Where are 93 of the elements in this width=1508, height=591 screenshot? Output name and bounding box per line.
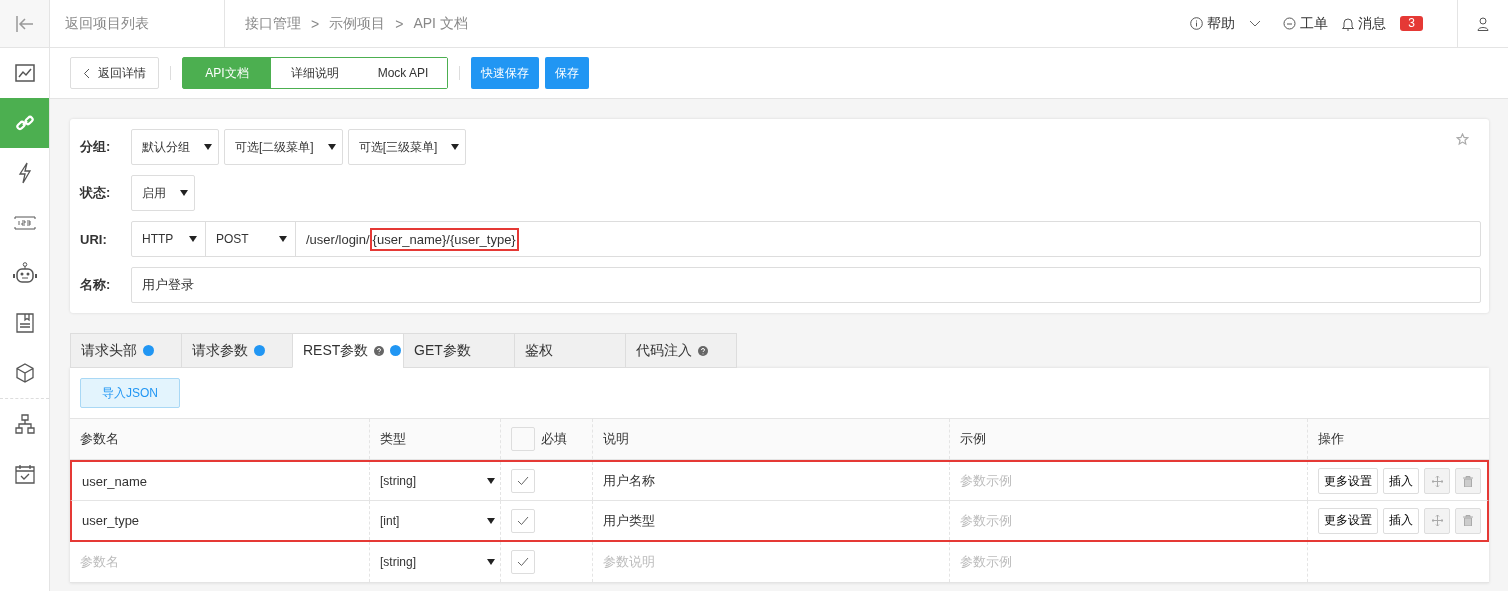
column-header: 操作 — [1317, 430, 1345, 448]
move-icon — [1431, 515, 1443, 526]
description-field[interactable]: 用户类型 — [603, 511, 655, 530]
move-button[interactable] — [1424, 507, 1450, 534]
check-icon — [517, 476, 529, 486]
status-select[interactable]: 启用 — [131, 175, 195, 211]
messages-link[interactable]: 消息 — [1358, 14, 1387, 33]
trash-icon — [1463, 475, 1473, 487]
status-dot — [143, 345, 154, 356]
more-settings-button[interactable]: 更多设置 — [1318, 507, 1378, 534]
column-header: 说明 — [593, 419, 950, 459]
tab-label: 鉴权 — [525, 341, 553, 360]
caret-down-icon — [487, 517, 495, 524]
delete-button[interactable] — [1455, 507, 1481, 534]
robot-icon — [12, 262, 37, 284]
type-select[interactable]: [string] — [380, 555, 495, 569]
chevron-down-icon[interactable] — [1249, 19, 1262, 28]
checkbox[interactable] — [511, 469, 535, 493]
back-to-details-button[interactable]: 返回详情 — [70, 57, 159, 89]
group-select[interactable]: 可选[三级菜单] — [347, 129, 467, 165]
tab-label: 请求参数 — [192, 341, 248, 360]
numbers-icon — [13, 216, 36, 230]
checkbox[interactable] — [511, 508, 535, 533]
column-header: 示例 — [950, 419, 1308, 459]
lightning-icon — [17, 162, 32, 184]
status-label: 状态: — [80, 184, 112, 202]
caret-down-icon — [204, 144, 212, 150]
caret-down-icon — [487, 478, 495, 484]
status-dot — [390, 345, 402, 356]
user-icon[interactable] — [1477, 16, 1489, 31]
caret-down-icon — [487, 559, 495, 565]
uri-label: URI: — [80, 231, 108, 247]
star-icon[interactable] — [1456, 133, 1469, 146]
name-field[interactable]: 用户登录 — [131, 267, 1481, 303]
move-icon — [1431, 475, 1443, 487]
tab-label: GET参数 — [414, 341, 471, 360]
breadcrumb-separator: > — [311, 15, 320, 32]
breadcrumb-link[interactable]: API 文档 — [413, 14, 468, 33]
link-icon — [14, 113, 35, 133]
tab[interactable]: 代码注入 — [625, 333, 737, 368]
tab-label: REST参数 — [303, 341, 369, 360]
hierarchy-icon — [14, 414, 35, 434]
column-header: 参数名 — [70, 419, 370, 459]
help-icon — [374, 345, 385, 356]
help-link[interactable]: 帮助 — [1207, 14, 1236, 33]
collapse-icon[interactable] — [14, 14, 35, 33]
chevron-left-icon — [83, 67, 90, 79]
caret-down-icon — [327, 144, 336, 150]
group-select[interactable]: 默认分组 — [131, 129, 219, 165]
caret-down-icon — [180, 190, 188, 196]
sidebar-item[interactable] — [0, 98, 49, 148]
check-icon — [517, 515, 529, 526]
group-label: 分组: — [80, 138, 112, 156]
info-icon — [1190, 17, 1204, 30]
chart-icon — [14, 64, 35, 82]
check-icon — [517, 557, 529, 567]
tab[interactable]: 请求头部 — [70, 333, 181, 368]
move-button[interactable] — [1424, 468, 1450, 494]
trash-icon — [1463, 515, 1473, 526]
calendar-icon — [14, 464, 35, 484]
breadcrumb-link[interactable]: 接口管理 — [245, 14, 301, 33]
name-label: 名称: — [80, 276, 112, 294]
column-header: 必填 — [541, 430, 567, 448]
insert-button[interactable]: 插入 — [1383, 507, 1419, 534]
tab[interactable]: 请求参数 — [181, 333, 292, 368]
type-select[interactable]: [int] — [380, 513, 495, 528]
parameter-name[interactable]: user_type — [82, 513, 140, 528]
checkbox[interactable] — [511, 427, 535, 451]
cube-icon — [15, 363, 34, 383]
description-field[interactable]: 用户名称 — [603, 472, 655, 490]
parameter-name[interactable]: user_name — [82, 473, 148, 489]
tab-label: 代码注入 — [636, 341, 692, 360]
more-settings-button[interactable]: 更多设置 — [1318, 468, 1378, 494]
breadcrumb-link[interactable]: 示例项目 — [329, 14, 386, 33]
message-count-badge: 3 — [1400, 16, 1423, 31]
tab[interactable]: 鉴权 — [514, 333, 625, 368]
breadcrumb-separator: > — [395, 15, 404, 32]
ticket-link[interactable]: 工单 — [1300, 14, 1329, 33]
column-header: 类型 — [370, 419, 501, 459]
caret-down-icon — [451, 144, 460, 150]
back-to-projects-link[interactable]: 返回项目列表 — [50, 0, 225, 47]
delete-button[interactable] — [1455, 468, 1481, 494]
document-icon — [15, 313, 34, 333]
bell-icon — [1342, 16, 1355, 31]
tab[interactable]: GET参数 — [403, 333, 514, 368]
status-dot — [254, 345, 265, 356]
tab-label: 请求头部 — [81, 341, 137, 360]
insert-button[interactable]: 插入 — [1383, 468, 1419, 494]
group-select[interactable]: 可选[二级菜单] — [224, 129, 343, 165]
help-icon — [698, 345, 708, 356]
checkbox[interactable] — [511, 550, 535, 574]
type-select[interactable]: [string] — [380, 474, 495, 488]
tab[interactable]: REST参数 — [292, 333, 403, 368]
